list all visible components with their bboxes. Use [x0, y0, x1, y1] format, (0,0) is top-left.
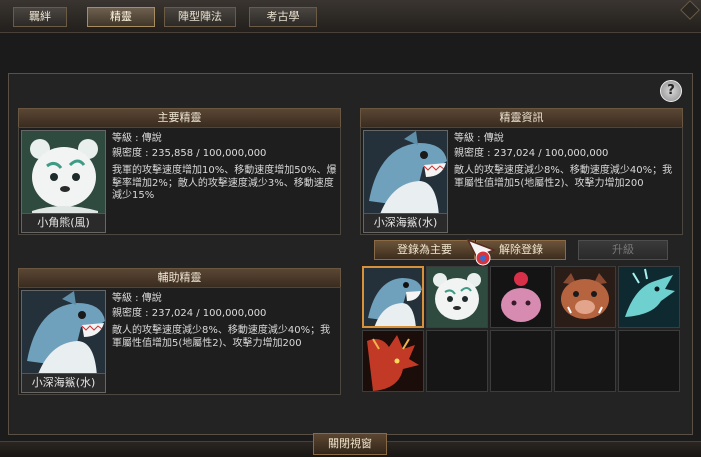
shark-spirit-image: [22, 291, 105, 377]
shark-spirit-icon: [364, 268, 422, 326]
shark-spirit-image: [364, 131, 447, 217]
spirit-slot-ice-dragon[interactable]: [618, 266, 680, 328]
spirit-grid: [362, 266, 682, 394]
ice-dragon-spirit-icon: [619, 267, 679, 327]
bear-spirit-icon: [427, 267, 487, 327]
spirit-info-intimacy: 親密度 : 237,024 / 100,000,000: [454, 148, 609, 159]
sub-spirit-name: 小深海鯊(水): [22, 373, 105, 392]
spirit-slot-empty[interactable]: [490, 330, 552, 392]
spirit-slot-empty[interactable]: [618, 330, 680, 392]
boar-spirit-icon: [555, 267, 615, 327]
spirit-slot-boar[interactable]: [554, 266, 616, 328]
spirit-slot-shark[interactable]: [362, 266, 424, 328]
sub-spirit-info: 等級 : 傳說 親密度 : 237,024 / 100,000,000 敵人的攻…: [112, 291, 340, 350]
tab-formation[interactable]: 陣型陣法: [164, 7, 236, 27]
tab-bonds[interactable]: 羈絆: [13, 7, 67, 27]
main-spirit-portrait[interactable]: 小角熊(風): [21, 130, 106, 233]
main-spirit-name: 小角熊(風): [22, 213, 105, 232]
spirit-info-name: 小深海鯊(水): [364, 213, 447, 232]
main-spirit-effect: 我軍的攻擊速度增加10%、移動速度增加50%、爆擊率增加2%；敵人的攻擊速度減少…: [112, 165, 337, 201]
tab-archaeology[interactable]: 考古學: [249, 7, 317, 27]
spirit-slot-empty[interactable]: [426, 330, 488, 392]
close-window-button[interactable]: 關閉視窗: [313, 433, 387, 455]
mouse-cursor-icon: [466, 238, 500, 276]
fire-dragon-spirit-icon: [363, 331, 423, 391]
sub-spirit-intimacy: 親密度 : 237,024 / 100,000,000: [112, 308, 267, 319]
main-spirit-intimacy: 親密度 : 235,858 / 100,000,000: [112, 148, 267, 159]
tab-spirits[interactable]: 精靈: [87, 7, 155, 27]
sub-spirit-effect: 敵人的攻擊速度減少8%、移動速度減少40%；我軍屬性值增加5(地屬性2)、攻擊力…: [112, 325, 331, 349]
main-spirit-title: 主要精靈: [18, 108, 341, 128]
bear-spirit-image: [22, 131, 105, 217]
sub-spirit-level: 等級 : 傳說: [112, 293, 162, 304]
spirit-info-title: 精靈資訊: [360, 108, 683, 128]
spirit-info-details: 等級 : 傳說 親密度 : 237,024 / 100,000,000 敵人的攻…: [454, 131, 682, 190]
help-button[interactable]: ?: [660, 80, 682, 102]
sub-spirit-title: 輔助精靈: [18, 268, 341, 288]
upgrade-button[interactable]: 升級: [578, 240, 668, 260]
spirit-info-level: 等級 : 傳說: [454, 133, 504, 144]
corner-ornament: [680, 0, 700, 20]
spirit-info-portrait[interactable]: 小深海鯊(水): [363, 130, 448, 233]
main-spirit-level: 等級 : 傳說: [112, 133, 162, 144]
top-tab-bar: 羈絆 精靈 陣型陣法 考古學: [0, 0, 701, 33]
spirit-info-effect: 敵人的攻擊速度減少8%、移動速度減少40%；我軍屬性值增加5(地屬性2)、攻擊力…: [454, 165, 673, 189]
spirit-slot-empty[interactable]: [554, 330, 616, 392]
strawberry-spirit-icon: [491, 267, 551, 327]
main-spirit-info: 等級 : 傳說 親密度 : 235,858 / 100,000,000 我軍的攻…: [112, 131, 337, 203]
register-main-button[interactable]: 登錄為主要: [374, 240, 475, 260]
spirit-slot-fire-dragon[interactable]: [362, 330, 424, 392]
sub-spirit-portrait[interactable]: 小深海鯊(水): [21, 290, 106, 393]
